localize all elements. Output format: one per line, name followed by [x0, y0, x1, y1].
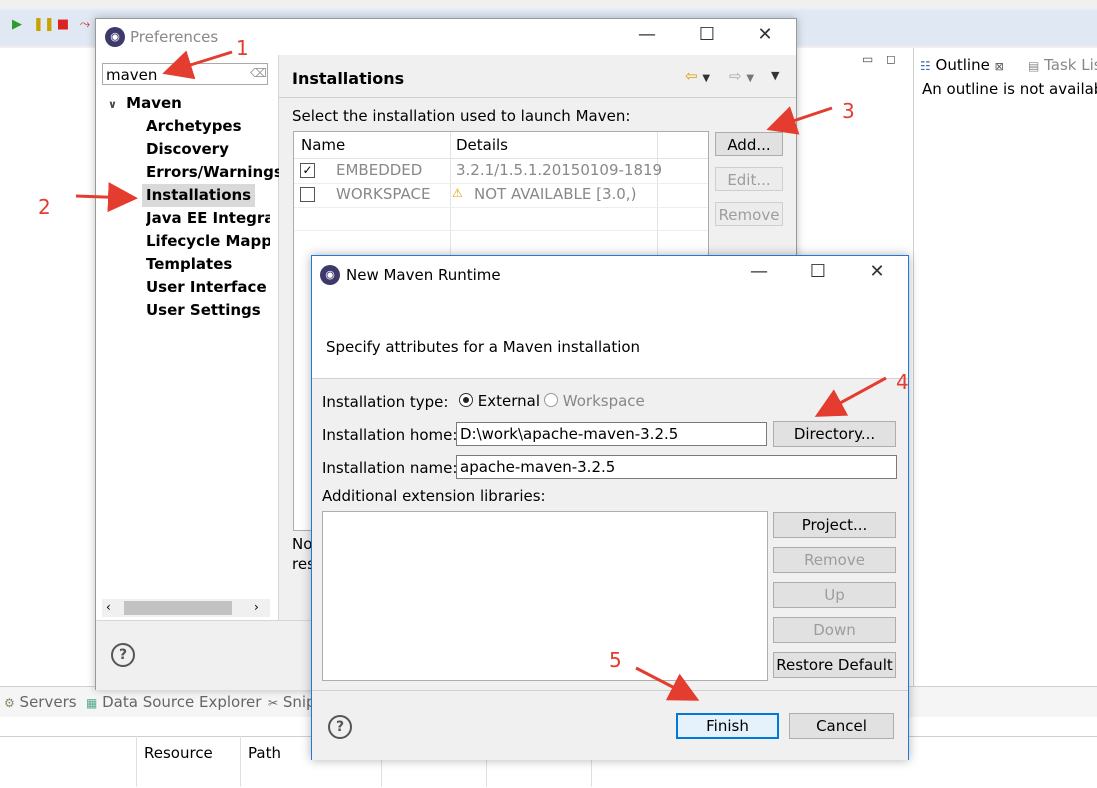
annotation-arrow-1 — [162, 50, 233, 80]
annotation-number-2: 2 — [38, 195, 51, 219]
annotation-number-1: 1 — [236, 36, 249, 60]
annotation-arrow-4 — [814, 376, 887, 417]
annotation-arrow-2 — [75, 182, 138, 213]
annotation-arrows — [75, 50, 887, 701]
annotation-number-3: 3 — [842, 99, 855, 123]
annotation-arrow-3 — [766, 106, 833, 135]
annotation-number-4: 4 — [896, 370, 909, 394]
annotation-arrow-5 — [635, 666, 700, 701]
annotation-number-5: 5 — [609, 648, 622, 672]
